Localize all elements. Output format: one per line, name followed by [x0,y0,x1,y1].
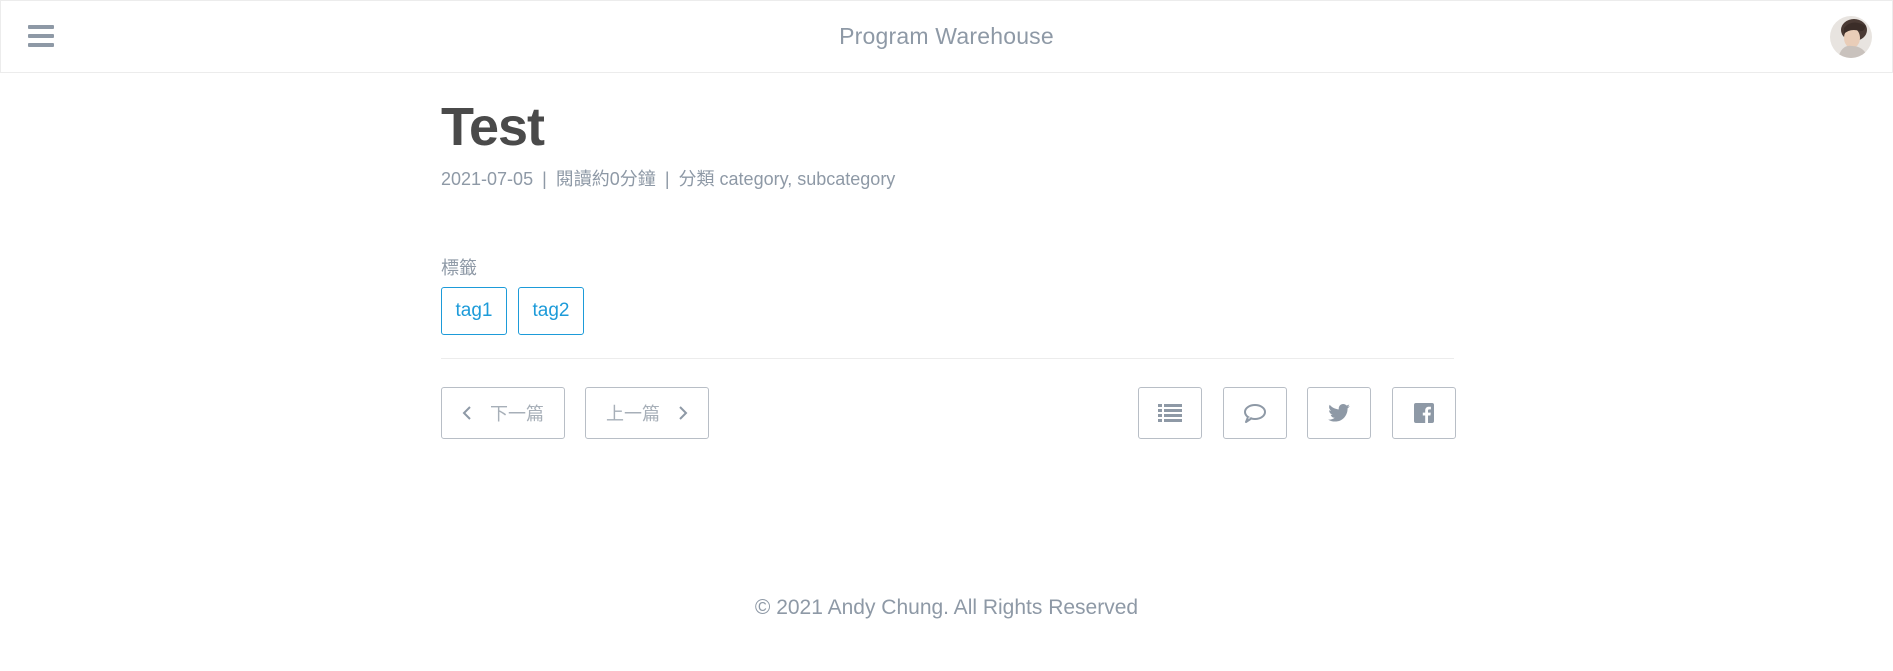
meta-separator: | [542,169,547,189]
comment-icon [1244,404,1266,423]
toc-button[interactable] [1138,387,1202,439]
tag-link[interactable]: tag2 [518,287,584,335]
twitter-share-button[interactable] [1307,387,1371,439]
site-title[interactable]: Program Warehouse [1,23,1892,50]
twitter-icon [1328,404,1350,422]
post-title: Test [441,97,545,157]
site-header: Program Warehouse [0,0,1893,73]
comment-button[interactable] [1223,387,1287,439]
chevron-right-icon [679,406,688,420]
chevron-left-icon [462,406,471,420]
tags-label: 標籤 [441,258,477,278]
facebook-icon [1414,403,1434,423]
next-post-button[interactable]: 下一篇 [441,387,565,439]
post-meta: 2021-07-05 | 閱讀約0分鐘 | 分類 category, subca… [441,165,895,191]
previous-post-label: 上一篇 [606,404,660,424]
user-avatar[interactable] [1830,16,1872,58]
divider [441,358,1454,359]
list-icon [1158,404,1182,422]
meta-separator: | [664,169,670,189]
read-time: 閱讀約0分鐘 [555,169,656,189]
post-categories[interactable]: category, subcategory [720,169,896,189]
previous-post-button[interactable]: 上一篇 [585,387,709,439]
post-date: 2021-07-05 [441,169,534,189]
tag-link[interactable]: tag1 [441,287,507,335]
facebook-share-button[interactable] [1392,387,1456,439]
next-post-label: 下一篇 [490,404,544,424]
footer-copyright: © 2021 Andy Chung. All Rights Reserved [754,596,1139,619]
category-label: 分類 [678,169,715,189]
